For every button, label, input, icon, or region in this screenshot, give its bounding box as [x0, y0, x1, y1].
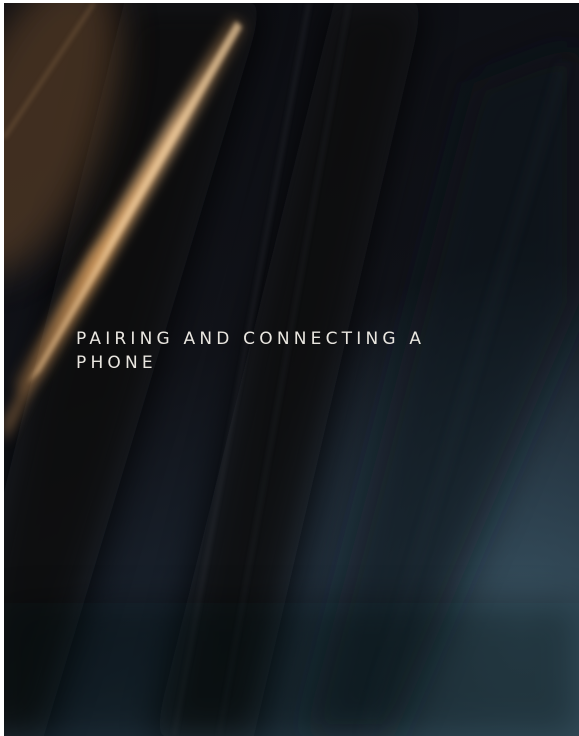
cover-photo: PAIRING AND CONNECTING A PHONE	[4, 3, 579, 736]
document-title: PAIRING AND CONNECTING A PHONE	[76, 327, 496, 375]
title-line-2: PHONE	[76, 353, 157, 373]
title-line-1: PAIRING AND CONNECTING A	[76, 329, 426, 349]
cover-page: PAIRING AND CONNECTING A PHONE	[0, 0, 579, 736]
